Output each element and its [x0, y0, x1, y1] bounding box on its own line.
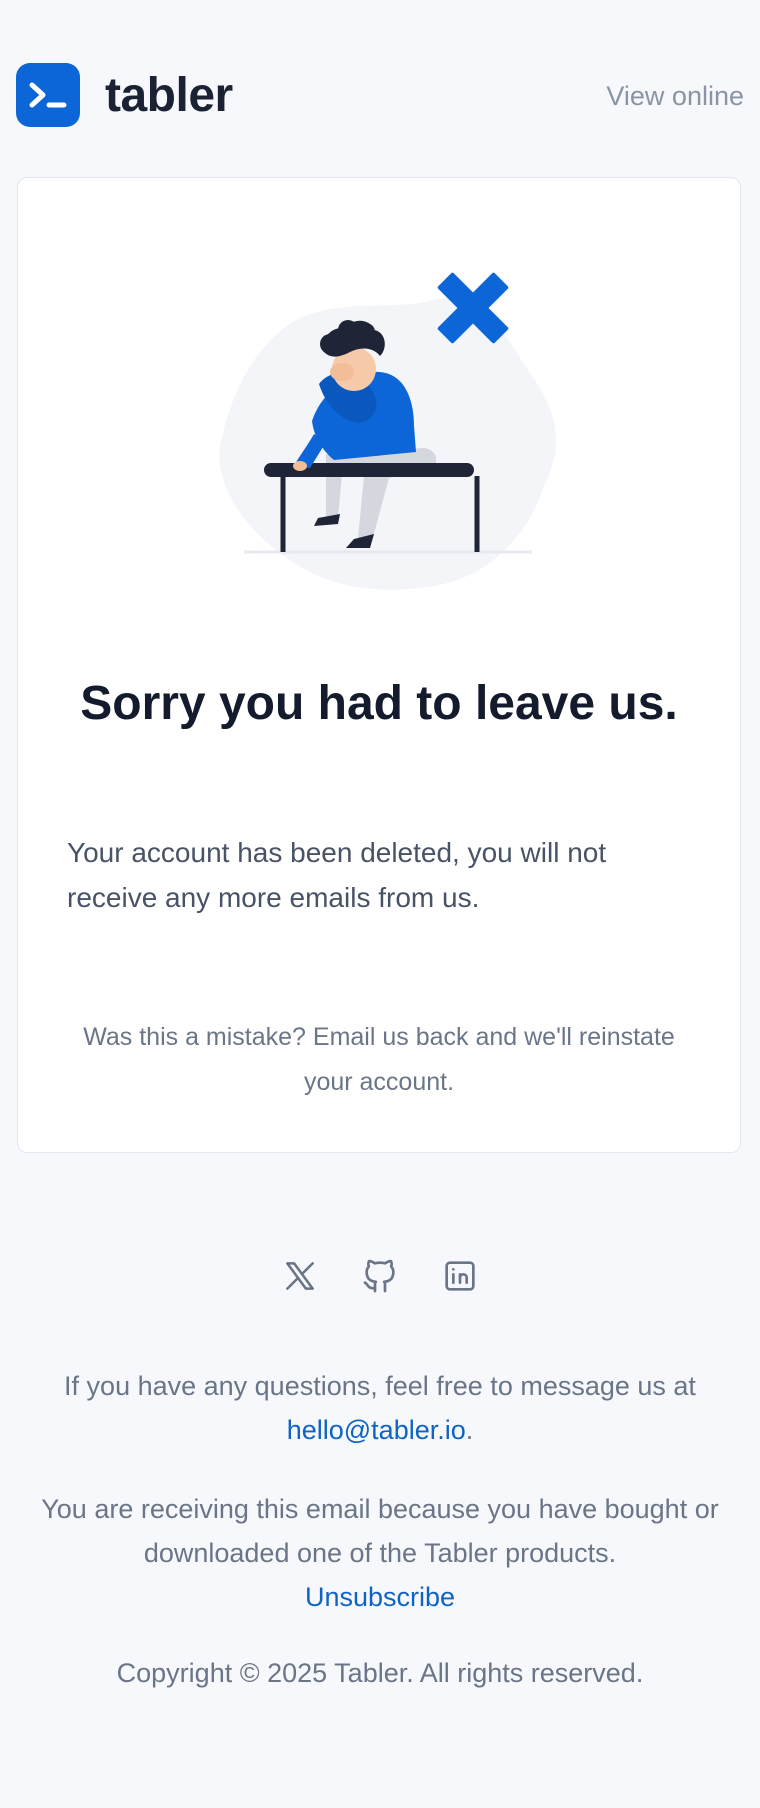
- brand-name: tabler: [105, 68, 233, 122]
- unsubscribe-link[interactable]: Unsubscribe: [305, 1582, 455, 1612]
- reinstate-note: Was this a mistake? Email us back and we…: [83, 1023, 675, 1096]
- questions-label: If you have any questions, feel free to …: [64, 1371, 696, 1401]
- email-suffix: .: [465, 1415, 474, 1445]
- brand-logo[interactable]: tabler: [16, 63, 233, 127]
- x-icon[interactable]: [280, 1254, 320, 1298]
- contact-email-link[interactable]: hello@tabler.io: [287, 1415, 466, 1445]
- copyright: Copyright © 2025 Tabler. All rights rese…: [116, 1658, 644, 1688]
- content-card: Sorry you had to leave us. Your account …: [17, 177, 741, 1153]
- questions-text: If you have any questions, feel free to …: [10, 1364, 750, 1452]
- view-online-link[interactable]: View online: [606, 81, 744, 112]
- receiving-reason: You are receiving this email because you…: [10, 1487, 750, 1619]
- github-icon[interactable]: [360, 1254, 400, 1298]
- linkedin-icon[interactable]: [440, 1254, 480, 1298]
- receiving-text: You are receiving this email because you…: [41, 1494, 719, 1568]
- tabler-logo-icon: [16, 63, 80, 127]
- email-header: tabler View online: [16, 62, 744, 128]
- social-links: [0, 1254, 760, 1298]
- page-title: Sorry you had to leave us.: [80, 677, 678, 730]
- sad-person-illustration: [214, 256, 574, 596]
- account-deleted-message: Your account has been deleted, you will …: [67, 837, 607, 913]
